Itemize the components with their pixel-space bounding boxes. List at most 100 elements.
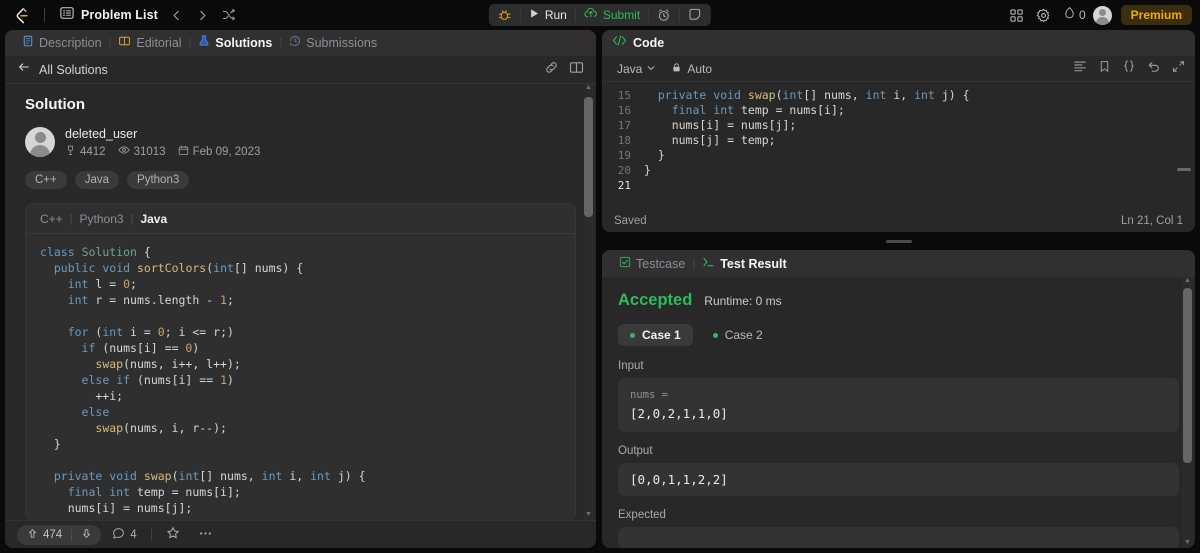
streak-counter[interactable]: 0 (1059, 6, 1090, 25)
author-avatar[interactable] (25, 127, 55, 157)
input-box: nums = [2,0,2,1,1,0] (618, 378, 1179, 432)
chip-java[interactable]: Java (74, 171, 120, 189)
tab-testcase[interactable]: Testcase (612, 251, 692, 277)
result-scrollbar-thumb[interactable] (1183, 288, 1192, 463)
star-button[interactable] (159, 526, 187, 543)
layout-columns-icon[interactable] (569, 60, 584, 80)
chip-cpp[interactable]: C++ (25, 171, 67, 189)
solution-scrollbar[interactable]: ▲ ▼ (583, 84, 594, 520)
auto-label: Auto (687, 61, 713, 76)
timer-icon[interactable] (649, 4, 679, 26)
solution-heading: Solution (25, 96, 85, 113)
tab-editorial[interactable]: Editorial (111, 30, 188, 56)
reputation-value: 4412 (80, 145, 106, 158)
code-tab-python3[interactable]: Python3 (73, 212, 131, 226)
code-tab-java[interactable]: Java (133, 212, 174, 226)
solution-code-block: class Solution { public void sortColors(… (26, 234, 575, 520)
tab-test-result[interactable]: Test Result (695, 251, 793, 277)
curly-braces-icon[interactable] (1122, 59, 1136, 78)
format-lines-icon[interactable] (1073, 59, 1087, 78)
tab-submissions[interactable]: Submissions (282, 30, 384, 56)
avatar[interactable] (1092, 5, 1112, 25)
subheader-actions (544, 60, 584, 80)
scrollbar-track[interactable] (584, 93, 593, 511)
right-column: Code Java Auto 15 16 17 18 19 20 21 priv… (602, 30, 1195, 548)
panel-resize-handle[interactable] (602, 238, 1195, 244)
run-button[interactable]: Run (521, 4, 575, 26)
tab-description[interactable]: Description (15, 30, 109, 56)
output-box: [0,0,1,1,2,2] (618, 463, 1179, 496)
chip-python3[interactable]: Python3 (127, 171, 190, 189)
top-navigation-bar: Problem List Run Submit 0 Premium (0, 0, 1200, 30)
undo-icon[interactable] (1147, 59, 1161, 78)
editor-cursor-position: Ln 21, Col 1 (1120, 215, 1183, 227)
code-tab-cpp[interactable]: C++ (40, 212, 70, 226)
tab-solutions[interactable]: Solutions (191, 30, 279, 56)
leetcode-logo-icon[interactable] (8, 3, 34, 27)
date-meta: Feb 09, 2023 (178, 145, 261, 159)
comments-button[interactable]: 4 (105, 527, 143, 543)
scroll-down-arrow[interactable]: ▼ (585, 511, 592, 520)
expected-box (618, 527, 1179, 548)
vote-group: 474 (17, 524, 102, 545)
resize-grip (885, 239, 912, 243)
output-label: Output (618, 445, 653, 457)
main-body: Description | Editorial | Solutions | Su… (0, 30, 1200, 553)
submit-button[interactable]: Submit (576, 4, 648, 26)
reputation-meta: 4412 (65, 145, 106, 159)
code-brackets-icon (612, 34, 627, 52)
prev-problem-button[interactable] (165, 4, 189, 26)
solution-code-card: C++ | Python3 | Java class Solution { pu… (25, 203, 576, 520)
code-toolbar: Java Auto (602, 56, 1195, 82)
case-tab-2[interactable]: Case 2 (701, 324, 775, 346)
result-scrollbar-track[interactable] (1183, 286, 1192, 539)
code-editor-panel: Code Java Auto 15 16 17 18 19 20 21 priv… (602, 30, 1195, 232)
editor-code-content[interactable]: private void swap(int[] nums, int i, int… (640, 82, 1195, 210)
gear-icon[interactable] (1032, 4, 1056, 26)
language-selector[interactable]: Java (612, 60, 661, 78)
case-tab-1[interactable]: Case 1 (618, 324, 693, 346)
result-tabs: Testcase | Test Result (602, 250, 1195, 277)
premium-button[interactable]: Premium (1120, 5, 1192, 25)
tab-solutions-label: Solutions (215, 36, 273, 50)
downvote-button[interactable] (72, 526, 101, 544)
debug-button[interactable] (490, 4, 520, 26)
auto-save-indicator[interactable]: Auto (671, 62, 712, 76)
code-editor[interactable]: 15 16 17 18 19 20 21 private void swap(i… (602, 82, 1195, 210)
bookmark-icon[interactable] (1098, 60, 1111, 78)
code-language-tabs: C++ | Python3 | Java (26, 204, 575, 234)
language-selector-label: Java (617, 61, 643, 76)
case-tabs: Case 1 Case 2 (618, 324, 1179, 346)
result-scrollbar[interactable]: ▲ ▼ (1182, 277, 1193, 548)
more-options-button[interactable] (191, 526, 220, 544)
upvote-count: 474 (43, 528, 63, 541)
eye-icon (117, 144, 130, 159)
upvote-button[interactable]: 474 (17, 528, 71, 542)
result-content: Accepted Runtime: 0 ms Case 1 Case 2 Inp… (602, 277, 1195, 548)
footer-divider (150, 528, 152, 541)
tab-editorial-label: Editorial (136, 36, 182, 50)
shuffle-icon[interactable] (217, 4, 241, 26)
link-icon[interactable] (544, 60, 559, 80)
date-value: Feb 09, 2023 (192, 145, 261, 158)
result-scroll-down-arrow[interactable]: ▼ (1184, 539, 1191, 548)
editor-save-status: Saved (614, 215, 647, 227)
solution-footer: 474 4 (5, 520, 596, 548)
editor-horizontal-scrollbar[interactable] (1177, 168, 1191, 171)
tab-testcase-label: Testcase (636, 256, 686, 271)
editor-status-bar: Saved Ln 21, Col 1 (602, 210, 1195, 232)
note-icon[interactable] (680, 4, 710, 26)
author-name[interactable]: deleted_user (65, 127, 260, 141)
grid-apps-icon[interactable] (1005, 4, 1029, 26)
expand-icon[interactable] (1172, 60, 1185, 78)
language-chips: C++ Java Python3 (25, 171, 576, 189)
arrow-left-icon[interactable] (17, 60, 31, 79)
tab-description-label: Description (39, 36, 102, 50)
scrollbar-thumb[interactable] (584, 97, 593, 217)
scroll-up-arrow[interactable]: ▲ (585, 84, 592, 93)
problem-list-button[interactable]: Problem List (55, 3, 163, 28)
cloud-upload-icon (584, 6, 598, 25)
all-solutions-label[interactable]: All Solutions (39, 63, 108, 77)
result-scroll-up-arrow[interactable]: ▲ (1184, 277, 1191, 286)
next-problem-button[interactable] (191, 4, 215, 26)
